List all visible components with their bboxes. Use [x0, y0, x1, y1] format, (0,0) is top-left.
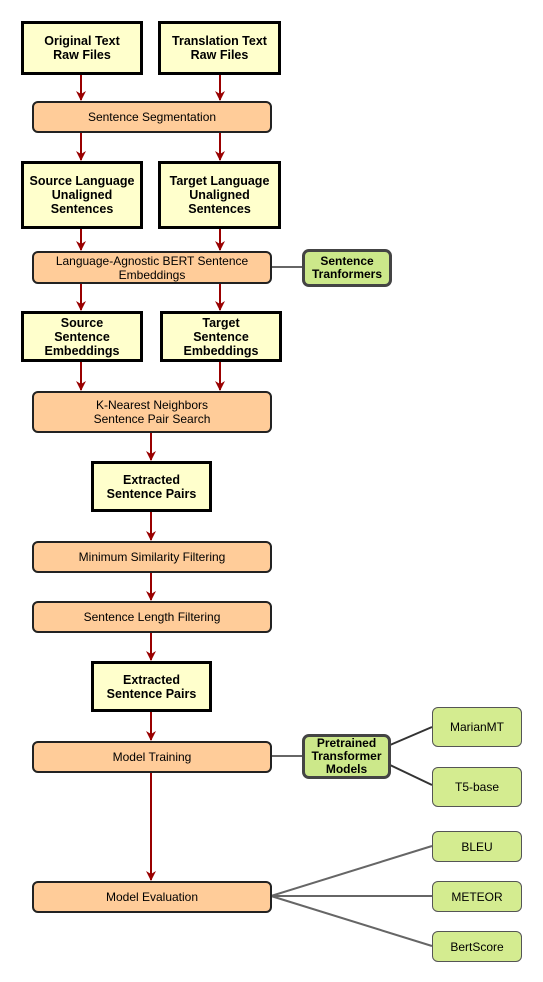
translation-text-node: Translation Text Raw Files [158, 21, 281, 75]
labse-node: Language-Agnostic BERT Sentence Embeddin… [32, 251, 272, 284]
source-embeddings-node: Source Sentence Embeddings [21, 311, 143, 362]
target-unaligned-node: Target Language Unaligned Sentences [158, 161, 281, 229]
connector [270, 845, 433, 897]
min-similarity-node: Minimum Similarity Filtering [32, 541, 272, 573]
extracted-pairs-node-2: Extracted Sentence Pairs [91, 661, 212, 712]
model-evaluation-node: Model Evaluation [32, 881, 272, 913]
knn-search-node: K-Nearest Neighbors Sentence Pair Search [32, 391, 272, 433]
meteor-node: METEOR [432, 881, 522, 912]
connector [389, 764, 433, 786]
length-filter-node: Sentence Length Filtering [32, 601, 272, 633]
sentence-transformers-node: Sentence Tranformers [302, 249, 392, 287]
marianmt-node: MarianMT [432, 707, 522, 747]
target-embeddings-node: Target Sentence Embeddings [160, 311, 282, 362]
connector [389, 726, 433, 746]
sentence-segmentation-node: Sentence Segmentation [32, 101, 272, 133]
pretrained-models-node: Pretrained Transformer Models [302, 734, 391, 779]
extracted-pairs-node: Extracted Sentence Pairs [91, 461, 212, 512]
connector [270, 895, 433, 947]
bertscore-node: BertScore [432, 931, 522, 962]
bleu-node: BLEU [432, 831, 522, 862]
source-unaligned-node: Source Language Unaligned Sentences [21, 161, 143, 229]
model-training-node: Model Training [32, 741, 272, 773]
t5-base-node: T5-base [432, 767, 522, 807]
pipeline-diagram: Original Text Raw Files Translation Text… [0, 0, 543, 982]
original-text-node: Original Text Raw Files [21, 21, 143, 75]
